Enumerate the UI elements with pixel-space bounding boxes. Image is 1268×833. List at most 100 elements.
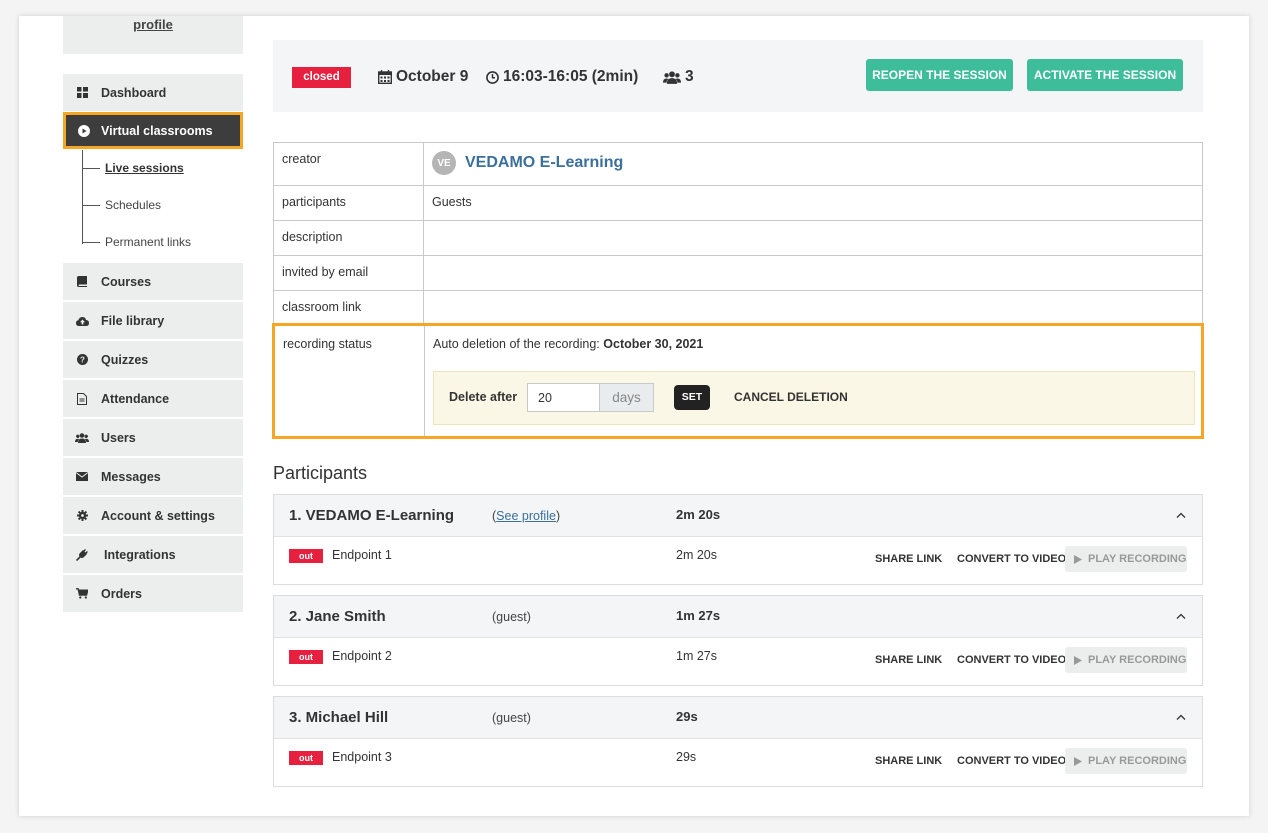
reopen-session-button[interactable]: REOPEN THE SESSION: [866, 59, 1013, 91]
out-badge: out: [289, 650, 323, 664]
participant-header[interactable]: 3. Michael Hill (guest) 29s: [274, 697, 1202, 739]
cart-icon: [63, 588, 101, 599]
sidebar-item-attendance[interactable]: Attendance: [63, 380, 243, 417]
svg-text:?: ?: [80, 356, 85, 365]
sidebar-item-orders[interactable]: Orders: [63, 575, 243, 612]
details-row-invited: invited by email: [274, 255, 1202, 290]
details-label: invited by email: [274, 256, 424, 290]
sidebar-item-dashboard[interactable]: Dashboard: [63, 74, 243, 111]
activate-session-button[interactable]: ACTIVATE THE SESSION: [1027, 59, 1183, 91]
session-date: October 9: [378, 66, 468, 88]
details-label: classroom link: [274, 291, 424, 325]
days-addon: days: [599, 383, 654, 412]
sidebar-item-label: Messages: [101, 469, 161, 484]
convert-to-video-button[interactable]: CONVERT TO VIDEO: [957, 553, 1066, 565]
creator-name-link[interactable]: VEDAMO E-Learning: [465, 154, 623, 172]
delete-after-panel: Delete after 20 days SET CANCEL DELETION: [433, 371, 1195, 425]
auto-deletion-label: Auto deletion of the recording:: [433, 337, 600, 351]
participants-heading: Participants: [273, 463, 368, 483]
sidebar-item-label: Dashboard: [101, 85, 167, 100]
participant-card: 2. Jane Smith (guest) 1m 27s out Endpoin…: [273, 595, 1203, 686]
sidebar-item-courses[interactable]: Courses: [63, 263, 243, 300]
profile-link[interactable]: profile: [133, 17, 173, 32]
set-button[interactable]: SET: [674, 385, 710, 410]
participant-total-time: 1m 27s: [676, 608, 721, 623]
recording-status-value: Auto deletion of the recording: October …: [425, 326, 1201, 436]
question-circle-icon: ?: [63, 354, 101, 365]
details-label: participants: [274, 186, 424, 220]
out-badge: out: [289, 549, 323, 563]
session-time: 16:03-16:05 (2min): [486, 66, 638, 88]
details-row-description: description: [274, 220, 1202, 255]
sidebar-item-account-settings[interactable]: Account & settings: [63, 497, 243, 534]
play-recording-button[interactable]: PLAY RECORDING: [1065, 647, 1187, 673]
sidebar-item-messages[interactable]: Messages: [63, 458, 243, 495]
endpoint-name: Endpoint 3: [332, 750, 392, 764]
chevron-up-icon[interactable]: [1176, 613, 1186, 619]
document-icon: [63, 392, 101, 405]
play-icon: [1074, 655, 1082, 665]
participant-header[interactable]: 2. Jane Smith (guest) 1m 27s: [274, 596, 1202, 638]
play-recording-label: PLAY RECORDING: [1088, 553, 1187, 565]
details-value: Guests: [432, 195, 472, 209]
endpoint-name: Endpoint 1: [332, 548, 392, 562]
convert-to-video-button[interactable]: CONVERT TO VIDEO: [957, 654, 1066, 666]
session-time-text: 16:03-16:05 (2min): [503, 68, 639, 85]
delete-after-days-input[interactable]: 20: [527, 383, 600, 412]
share-link-button[interactable]: SHARE LINK: [875, 553, 942, 565]
session-header: closed October 9 16:03-16:05 (2min) 3 RE…: [273, 40, 1203, 112]
share-link-button[interactable]: SHARE LINK: [875, 755, 942, 767]
plug-icon: [63, 548, 101, 561]
sidebar-item-label: Courses: [101, 274, 152, 289]
endpoint-time: 2m 20s: [676, 548, 717, 562]
participant-role: (See profile): [492, 509, 560, 523]
sidebar-item-quizzes[interactable]: ? Quizzes: [63, 341, 243, 378]
sidebar-item-users[interactable]: Users: [63, 419, 243, 456]
play-recording-button[interactable]: PLAY RECORDING: [1065, 546, 1187, 572]
convert-to-video-button[interactable]: CONVERT TO VIDEO: [957, 755, 1066, 767]
session-details-table: creator VE VEDAMO E-Learning participant…: [273, 142, 1203, 326]
play-circle-icon: [66, 124, 101, 137]
cancel-deletion-button[interactable]: CANCEL DELETION: [734, 390, 848, 404]
play-recording-label: PLAY RECORDING: [1088, 755, 1187, 767]
sidebar-item-integrations[interactable]: Integrations: [63, 536, 243, 573]
share-link-button[interactable]: SHARE LINK: [875, 654, 942, 666]
sidebar-item-file-library[interactable]: File library: [63, 302, 243, 339]
chevron-up-icon[interactable]: [1176, 714, 1186, 720]
sidebar-subitem-permanent-links[interactable]: Permanent links: [82, 233, 191, 251]
details-value: [424, 291, 1202, 325]
role-suffix: ): [555, 509, 561, 523]
participant-total-time: 29s: [676, 709, 698, 724]
play-recording-button[interactable]: PLAY RECORDING: [1065, 748, 1187, 774]
see-profile-link[interactable]: See profile: [496, 509, 556, 523]
sidebar-subitem-live-sessions[interactable]: Live sessions: [82, 159, 184, 177]
sidebar-item-label: Users: [101, 430, 136, 445]
details-row-participants: participants Guests: [274, 185, 1202, 220]
dashboard-icon: [63, 87, 101, 98]
status-badge: closed: [292, 67, 351, 88]
sidebar-item-label: Virtual classrooms: [101, 123, 213, 138]
participant-endpoint-row: out Endpoint 2 1m 27s SHARE LINK CONVERT…: [274, 638, 1202, 686]
participant-role: (guest): [492, 711, 531, 725]
sidebar-subitem-schedules[interactable]: Schedules: [82, 196, 161, 214]
participant-endpoint-row: out Endpoint 1 2m 20s SHARE LINK CONVERT…: [274, 537, 1202, 585]
details-value: VE VEDAMO E-Learning: [424, 143, 1202, 185]
participant-role: (guest): [492, 610, 531, 624]
participant-card: 3. Michael Hill (guest) 29s out Endpoint…: [273, 696, 1203, 787]
details-row-creator: creator VE VEDAMO E-Learning: [274, 143, 1202, 185]
participant-endpoint-row: out Endpoint 3 29s SHARE LINK CONVERT TO…: [274, 739, 1202, 787]
clock-icon: [486, 70, 499, 84]
chevron-up-icon[interactable]: [1176, 512, 1186, 518]
participants-count-text: 3: [685, 68, 694, 85]
details-value: [424, 221, 1202, 255]
sidebar-profile: profile: [63, 16, 243, 54]
sidebar-item-label: Account & settings: [101, 508, 215, 523]
sidebar-item-virtual-classrooms[interactable]: Virtual classrooms: [63, 112, 243, 149]
participant-card: 1. VEDAMO E-Learning (See profile) 2m 20…: [273, 494, 1203, 585]
participant-name: 2. Jane Smith: [289, 608, 386, 625]
participant-name: 3. Michael Hill: [289, 709, 389, 726]
participant-header[interactable]: 1. VEDAMO E-Learning (See profile) 2m 20…: [274, 495, 1202, 537]
calendar-icon: [378, 70, 392, 84]
auto-deletion-text: Auto deletion of the recording: October …: [433, 337, 703, 351]
session-date-text: October 9: [396, 68, 469, 85]
